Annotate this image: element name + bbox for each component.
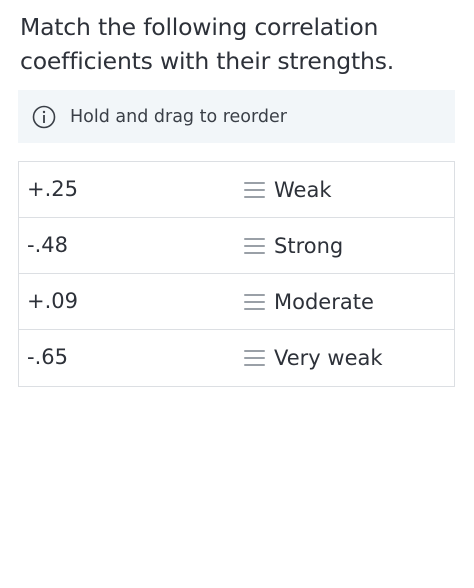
table-row: +.25 Weak bbox=[19, 162, 454, 218]
draggable-strength-item[interactable]: Weak bbox=[244, 162, 331, 217]
drag-handle-icon[interactable] bbox=[244, 181, 265, 198]
strength-label: Strong bbox=[274, 233, 344, 258]
coefficient-value: +.09 bbox=[27, 289, 78, 313]
draggable-strength-item[interactable]: Very weak bbox=[244, 330, 383, 385]
table-row: +.09 Moderate bbox=[19, 274, 454, 330]
strength-label: Very weak bbox=[274, 345, 383, 370]
strength-label: Moderate bbox=[274, 289, 374, 314]
draggable-strength-item[interactable]: Strong bbox=[244, 218, 343, 273]
coefficient-value: +.25 bbox=[27, 177, 78, 201]
coefficient-value: -.48 bbox=[27, 233, 68, 257]
drag-handle-icon[interactable] bbox=[244, 237, 265, 254]
drag-handle-icon[interactable] bbox=[244, 349, 265, 366]
info-circle-icon bbox=[32, 105, 56, 129]
drag-handle-icon[interactable] bbox=[244, 293, 265, 310]
matching-table: +.25 Weak -.48 Strong +.09 Moderate -.65 bbox=[18, 161, 455, 387]
question-text: Match the following correlation coeffici… bbox=[20, 13, 395, 75]
drag-hint-banner: Hold and drag to reorder bbox=[18, 90, 455, 143]
drag-hint-text: Hold and drag to reorder bbox=[70, 106, 287, 127]
table-row: -.48 Strong bbox=[19, 218, 454, 274]
strength-label: Weak bbox=[274, 177, 332, 202]
table-row: -.65 Very weak bbox=[19, 330, 454, 386]
coefficient-value: -.65 bbox=[27, 345, 68, 369]
draggable-strength-item[interactable]: Moderate bbox=[244, 274, 374, 329]
matching-question-screen: Match the following correlation coeffici… bbox=[0, 0, 474, 588]
